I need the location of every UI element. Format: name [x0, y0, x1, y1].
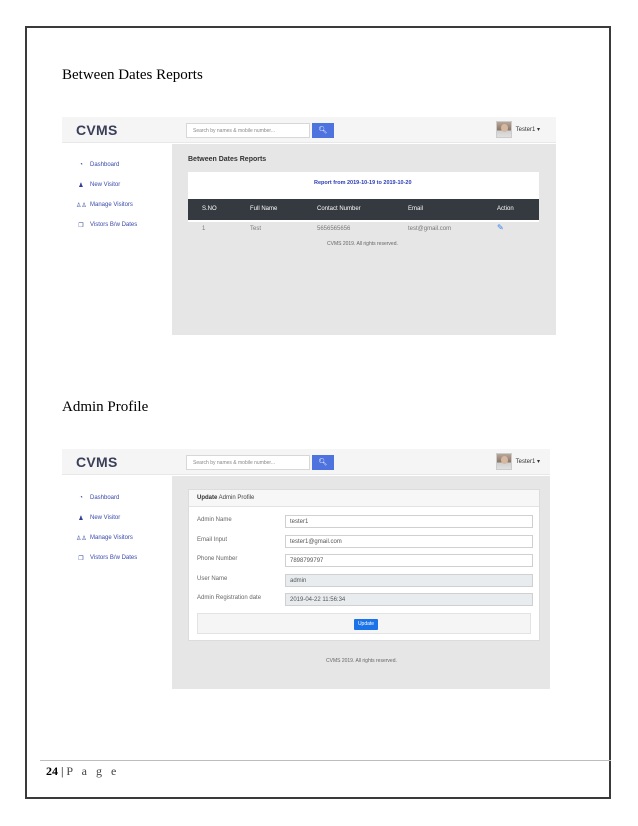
- search-input[interactable]: Search by names & mobile number...: [186, 123, 310, 138]
- user-icon: ♟: [78, 182, 84, 189]
- table-row: 1 Test 5656565656 test@gmail.com ✎: [188, 199, 539, 232]
- sidebar-item-label: Manage Visitors: [90, 535, 133, 541]
- topbar: CVMS Search by names & mobile number... …: [62, 117, 556, 143]
- sidebar-item-dashboard[interactable]: ◔ Dashboard: [76, 160, 119, 170]
- avatar[interactable]: [496, 121, 512, 138]
- card-header-text: Admin Profile: [217, 495, 255, 501]
- sidebar-item-visitors-bw-dates[interactable]: ❐ Vistors B/w Dates: [76, 553, 137, 563]
- username-label: User Name: [197, 576, 228, 582]
- sidebar-item-new-visitor[interactable]: ♟ New Visitor: [76, 180, 120, 190]
- sidebar-item-new-visitor[interactable]: ♟ New Visitor: [76, 513, 120, 523]
- page-word: P a g e: [66, 764, 120, 778]
- report-title: Between Dates Reports: [188, 156, 267, 163]
- phone-field[interactable]: 7898799797: [285, 554, 533, 567]
- user-menu[interactable]: Tester1 ▾: [516, 126, 540, 133]
- cell-email: test@gmail.com: [408, 226, 452, 232]
- search-button[interactable]: 🔍︎: [312, 455, 334, 470]
- user-icon: ♟: [78, 515, 84, 522]
- sidebar-item-label: Vistors B/w Dates: [90, 555, 138, 561]
- section-heading-reports: Between Dates Reports: [62, 67, 203, 83]
- admin-name-label: Admin Name: [197, 517, 232, 523]
- users-icon: ♙♙: [76, 202, 87, 209]
- search-icon: 🔍︎: [318, 127, 328, 134]
- copy-icon: ❐: [78, 555, 84, 562]
- sidebar-item-dashboard[interactable]: ◔ Dashboard: [76, 493, 119, 503]
- sidebar-item-manage-visitors[interactable]: ♙♙ Manage Visitors: [76, 200, 133, 210]
- registration-date-label: Admin Registration date: [197, 595, 262, 601]
- cell-sno: 1: [202, 226, 206, 232]
- card-header-bold: Update: [197, 495, 218, 501]
- email-label: Email Input: [197, 537, 228, 543]
- card-header: Update Admin Profile: [189, 490, 539, 507]
- sidebar-item-label: Dashboard: [90, 162, 120, 168]
- cell-name: Test: [250, 226, 262, 232]
- sidebar-item-visitors-bw-dates[interactable]: ❐ Vistors B/w Dates: [76, 220, 137, 230]
- sidebar-item-label: New Visitor: [90, 515, 121, 521]
- search-button[interactable]: 🔍︎: [312, 123, 334, 138]
- main-content: Between Dates Reports Report from 2019-1…: [172, 144, 556, 335]
- page-number-value: 24: [46, 764, 58, 778]
- copyright-footer: CVMS 2019. All rights reserved.: [327, 241, 398, 247]
- phone-label: Phone Number: [197, 556, 238, 562]
- edit-icon[interactable]: ✎: [497, 223, 504, 232]
- sidebar-item-manage-visitors[interactable]: ♙♙ Manage Visitors: [76, 533, 133, 543]
- copy-icon: ❐: [78, 222, 84, 229]
- main-content: Update Admin Profile Admin Name tester1 …: [172, 476, 550, 689]
- copyright-footer: CVMS 2019. All rights reserved.: [326, 658, 397, 664]
- sidebar-item-label: Vistors B/w Dates: [90, 222, 138, 228]
- footer-divider: [40, 760, 611, 761]
- search-icon: 🔍︎: [318, 459, 328, 466]
- brand-logo: CVMS: [76, 454, 118, 470]
- report-range: Report from 2019-10-19 to 2019-10-20: [314, 180, 412, 186]
- users-icon: ♙♙: [76, 535, 87, 542]
- admin-name-field[interactable]: tester1: [285, 515, 533, 528]
- screenshot-between-dates-reports: CVMS Search by names & mobile number... …: [62, 117, 556, 335]
- sidebar-item-label: Dashboard: [90, 495, 120, 501]
- avatar[interactable]: [496, 453, 512, 470]
- topbar: CVMS Search by names & mobile number... …: [62, 449, 550, 475]
- username-field: admin: [285, 574, 533, 587]
- report-table: Report from 2019-10-19 to 2019-10-20 S.N…: [188, 172, 539, 232]
- dashboard-icon: ◔: [79, 495, 83, 501]
- profile-card: Update Admin Profile Admin Name tester1 …: [188, 489, 540, 641]
- section-heading-profile: Admin Profile: [62, 399, 149, 415]
- registration-date-field: 2019-04-22 11:56:34: [285, 593, 533, 606]
- sidebar-item-label: Manage Visitors: [90, 202, 133, 208]
- user-menu[interactable]: Tester1 ▾: [516, 458, 540, 465]
- screenshot-admin-profile: CVMS Search by names & mobile number... …: [62, 449, 550, 689]
- sidebar-item-label: New Visitor: [90, 182, 121, 188]
- brand-logo: CVMS: [76, 122, 118, 138]
- page-number: 24 | P a g e: [46, 764, 119, 779]
- search-input[interactable]: Search by names & mobile number...: [186, 455, 310, 470]
- email-field[interactable]: tester1@gmail.com: [285, 535, 533, 548]
- update-button[interactable]: Update: [354, 619, 378, 630]
- form-footer: Update: [197, 613, 531, 634]
- dashboard-icon: ◔: [79, 162, 83, 168]
- cell-contact: 5656565656: [317, 226, 351, 232]
